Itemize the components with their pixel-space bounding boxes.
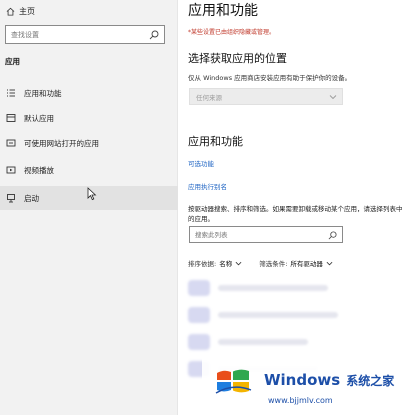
settings-search-box[interactable] bbox=[5, 25, 165, 44]
windows-logo-icon bbox=[215, 369, 252, 394]
sidebar-item-label: 应用和功能 bbox=[24, 88, 62, 98]
watermark-brand: Windows bbox=[264, 371, 341, 389]
filter-label: 筛选条件: bbox=[259, 260, 288, 268]
sidebar-item-apps-features[interactable]: 应用和功能 bbox=[0, 81, 178, 105]
settings-search-input[interactable] bbox=[11, 30, 141, 39]
app-icon bbox=[188, 307, 210, 323]
choose-source-description: 仅从 Windows 应用商店安装应用有助于保护你的设备。 bbox=[188, 74, 352, 82]
sort-value[interactable]: 名称 bbox=[219, 258, 232, 268]
home-icon bbox=[6, 7, 15, 16]
sort-filter-row: 排序依据: 名称 筛选条件: 所有驱动器 bbox=[188, 258, 347, 268]
sidebar-item-label: 可使用网站打开的应用 bbox=[24, 138, 99, 148]
mouse-cursor-icon bbox=[87, 187, 97, 201]
open-with-website-icon bbox=[6, 139, 16, 147]
list-item[interactable] bbox=[188, 277, 398, 299]
apps-instructions: 按驱动器搜索、排序和筛选。如果需要卸载或移动某个应用，请选择列表中的应用。 bbox=[188, 205, 403, 223]
settings-window: 主页 应用 应用和功能 bbox=[0, 0, 405, 415]
main-content: 应用和功能 *某些设置已由组织隐藏或管理。 选择获取应用的位置 仅从 Windo… bbox=[178, 0, 405, 415]
list-item[interactable] bbox=[188, 304, 398, 326]
list-search-input[interactable] bbox=[195, 230, 315, 239]
app-name-placeholder bbox=[218, 312, 338, 318]
chevron-down-icon[interactable] bbox=[235, 260, 242, 267]
sidebar-item-label: 启动 bbox=[24, 193, 39, 203]
chevron-down-icon bbox=[329, 95, 337, 100]
sidebar: 主页 应用 应用和功能 bbox=[0, 0, 178, 415]
sidebar-item-default-apps[interactable]: 默认应用 bbox=[0, 106, 178, 130]
managed-warning: *某些设置已由组织隐藏或管理。 bbox=[188, 29, 276, 36]
home-label: 主页 bbox=[19, 6, 35, 16]
sidebar-item-label: 视频播放 bbox=[24, 165, 54, 175]
search-icon[interactable] bbox=[149, 30, 159, 40]
apps-list-icon bbox=[7, 89, 15, 97]
default-apps-icon bbox=[6, 114, 16, 122]
choose-source-heading: 选择获取应用的位置 bbox=[188, 52, 287, 65]
sort-label: 排序依据: bbox=[188, 260, 217, 268]
optional-features-link[interactable]: 可选功能 bbox=[188, 158, 214, 168]
app-icon bbox=[188, 334, 210, 350]
startup-icon bbox=[7, 194, 15, 203]
apps-features-heading: 应用和功能 bbox=[188, 135, 243, 148]
app-name-placeholder bbox=[218, 339, 308, 345]
sidebar-item-label: 默认应用 bbox=[24, 113, 54, 123]
page-title: 应用和功能 bbox=[188, 3, 258, 19]
list-search-box[interactable] bbox=[189, 226, 343, 243]
app-name-placeholder bbox=[218, 285, 328, 291]
app-icon bbox=[188, 280, 210, 296]
sidebar-item-open-with-website[interactable]: 可使用网站打开的应用 bbox=[0, 131, 178, 155]
sidebar-section-label: 应用 bbox=[5, 57, 20, 66]
watermark-cn: 系统之家 bbox=[346, 374, 395, 388]
site-watermark: Windows 系统之家 www.bjjmlv.com bbox=[202, 355, 405, 415]
sidebar-home[interactable]: 主页 bbox=[6, 4, 35, 18]
search-icon[interactable] bbox=[328, 231, 337, 240]
list-item[interactable] bbox=[188, 331, 398, 353]
app-source-value: 任何来源 bbox=[196, 93, 222, 102]
app-execution-alias-link[interactable]: 应用执行别名 bbox=[188, 181, 227, 191]
chevron-down-icon[interactable] bbox=[326, 260, 333, 267]
video-playback-icon bbox=[6, 166, 16, 174]
watermark-title: Windows 系统之家 bbox=[264, 371, 394, 389]
app-source-dropdown[interactable]: 任何来源 bbox=[189, 88, 343, 105]
sidebar-item-video-playback[interactable]: 视频播放 bbox=[0, 158, 178, 182]
watermark-url: www.bjjmlv.com bbox=[268, 396, 333, 405]
filter-value[interactable]: 所有驱动器 bbox=[290, 258, 323, 268]
